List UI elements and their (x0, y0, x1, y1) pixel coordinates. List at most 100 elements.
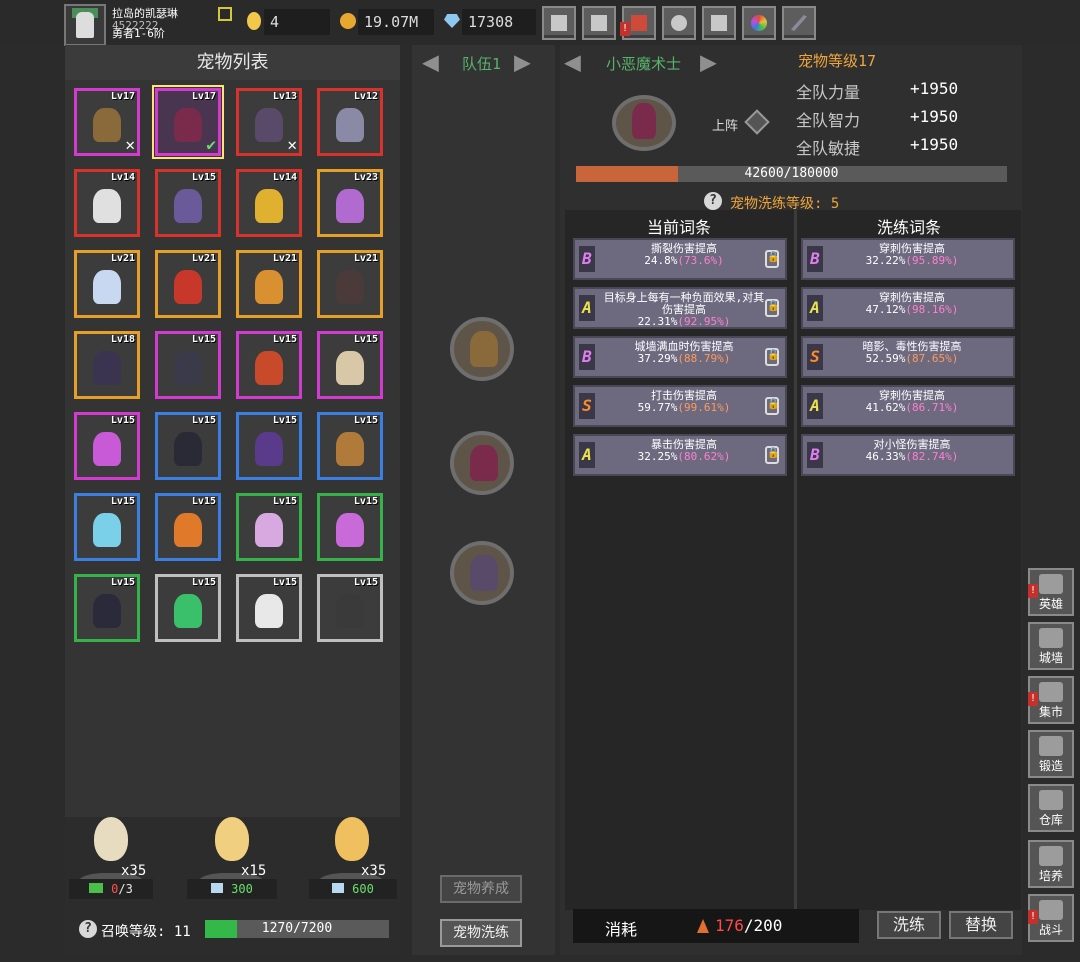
affix-range: (82.74%) (905, 450, 959, 463)
egg-cost[interactable]: 600 (309, 879, 397, 899)
affix-row[interactable]: A 暴击伤害提高 32.25%(80.62%) 🔓 (573, 434, 787, 476)
egg-cost[interactable]: 0/3 (69, 879, 153, 899)
help-icon[interactable]: ? (704, 192, 722, 210)
next-team-arrow[interactable]: ▶ (514, 47, 531, 77)
pet-slot[interactable]: Lv21 (317, 250, 383, 318)
team-name: 队伍1 (462, 55, 502, 73)
pet-slot[interactable]: Lv15 (155, 574, 221, 642)
pet-slot[interactable]: Lv15 (317, 574, 383, 642)
nav-chest-button[interactable]: 仓库 (1028, 784, 1074, 832)
pet-art (93, 513, 121, 547)
prev-pet-arrow[interactable]: ◀ (564, 47, 581, 77)
pet-training-button[interactable]: 宠物养成 (440, 875, 522, 903)
pet-slot[interactable]: Lv15 (317, 493, 383, 561)
deploy-toggle[interactable] (744, 109, 770, 135)
cost-label: 消耗 (605, 920, 638, 939)
pet-level-badge: Lv21 (272, 253, 297, 264)
pet-slot[interactable]: Lv15 (74, 412, 140, 480)
affix-range: (99.61%) (677, 401, 731, 414)
lock-icon[interactable]: 🔓 (765, 348, 779, 366)
egg-common[interactable] (94, 817, 128, 861)
pet-slot[interactable]: Lv15 (236, 574, 302, 642)
pet-slot[interactable]: Lv17 ✔ (152, 85, 224, 159)
affix-row[interactable]: A 穿刺伤害提高 47.12%(98.16%) (801, 287, 1015, 329)
nav-anvil-button[interactable]: 锻造 (1028, 730, 1074, 778)
pet-slot[interactable]: Lv15 (236, 412, 302, 480)
pet-level-badge: Lv21 (353, 253, 378, 264)
nav-helmet-button[interactable]: ! 英雄 (1028, 568, 1074, 616)
nav-fountain-button[interactable]: 培养 (1028, 840, 1074, 888)
egg-cost[interactable]: 300 (187, 879, 277, 899)
nav-wall-button[interactable]: 城墙 (1028, 622, 1074, 670)
affix-row[interactable]: B 对小怪伤害提高 46.33%(82.74%) (801, 434, 1015, 476)
player-avatar[interactable] (64, 4, 106, 46)
pet-slot[interactable]: Lv21 (236, 250, 302, 318)
egg-icon (247, 12, 261, 30)
pet-slot[interactable]: Lv15 (155, 493, 221, 561)
pet-slot[interactable]: Lv23 (317, 169, 383, 237)
egg-summon-bar: x35 0/3 x15 300 x35 600 ? 召唤等级: 11 1270/… (65, 817, 400, 955)
edit-icon[interactable] (218, 7, 232, 21)
affix-grade: B (579, 246, 595, 272)
pet-slot[interactable]: Lv18 (74, 331, 140, 399)
pet-refine-button[interactable]: 宠物洗练 (440, 919, 522, 947)
team-pet-slot[interactable] (450, 317, 514, 381)
shop-button[interactable] (542, 6, 576, 40)
diamond-icon (332, 883, 345, 893)
lock-icon[interactable]: 🔓 (765, 446, 779, 464)
affix-row[interactable]: S 打击伤害提高 59.77%(99.61%) 🔓 (573, 385, 787, 427)
pet-slot[interactable]: Lv14 (236, 169, 302, 237)
nav-portal-button[interactable]: ! 战斗 (1028, 894, 1074, 942)
pet-slot[interactable]: Lv21 (74, 250, 140, 318)
pet-art (255, 432, 283, 466)
affix-row[interactable]: B 撕裂伤害提高 24.8%(73.6%) 🔓 (573, 238, 787, 280)
lock-icon[interactable]: 🔓 (765, 250, 779, 268)
egg-rare[interactable] (215, 817, 249, 861)
pet-slot[interactable]: Lv15 (155, 169, 221, 237)
pet-slot[interactable]: Lv13 ✕ (236, 88, 302, 156)
pet-portrait (612, 95, 676, 151)
quest-button[interactable] (782, 6, 816, 40)
pet-slot[interactable]: Lv15 (236, 493, 302, 561)
gear-icon (671, 15, 687, 31)
wheel-button[interactable] (742, 6, 776, 40)
team-pet-slot[interactable] (450, 431, 514, 495)
affix-row[interactable]: B 城墙满血时伤害提高 37.29%(88.79%) 🔓 (573, 336, 787, 378)
pet-detail-panel: ◀ 小恶魔术士 ▶ 宠物等级17 上阵 全队力量 +1950 全队智力 +195… (560, 45, 1022, 955)
lock-icon[interactable]: 🔓 (765, 299, 779, 317)
pet-slot[interactable]: Lv15 (74, 574, 140, 642)
gift-button[interactable] (702, 6, 736, 40)
prev-team-arrow[interactable]: ◀ (422, 47, 439, 77)
pet-level-badge: Lv15 (191, 496, 216, 507)
affix-row[interactable]: A 穿刺伤害提高 41.62%(86.71%) (801, 385, 1015, 427)
portal-icon (1039, 900, 1063, 920)
affix-grade: B (579, 344, 595, 370)
pet-slot[interactable]: Lv15 (317, 412, 383, 480)
lock-icon[interactable]: 🔓 (765, 397, 779, 415)
next-pet-arrow[interactable]: ▶ (700, 47, 717, 77)
pet-slot[interactable]: Lv21 (155, 250, 221, 318)
affix-row[interactable]: B 穿刺伤害提高 32.22%(95.89%) (801, 238, 1015, 280)
team-pet-slot[interactable] (450, 541, 514, 605)
affix-row[interactable]: A 目标身上每有一种负面效果,对其伤害提高 22.31%(92.95%) 🔓 (573, 287, 787, 329)
settings-button[interactable] (662, 6, 696, 40)
pet-slot[interactable]: Lv12 (317, 88, 383, 156)
events-button[interactable]: ! (620, 6, 656, 40)
pet-slot[interactable]: Lv15 (155, 412, 221, 480)
egg-epic[interactable] (335, 817, 369, 861)
refine-button[interactable]: 洗练 (877, 911, 941, 939)
pet-slot[interactable]: Lv15 (236, 331, 302, 399)
pet-slot[interactable]: Lv17 ✕ (74, 88, 140, 156)
pet-level-badge: Lv21 (110, 253, 135, 264)
pet-slot[interactable]: Lv15 (317, 331, 383, 399)
nav-market-button[interactable]: ! 集市 (1028, 676, 1074, 724)
pet-slot[interactable]: Lv14 (74, 169, 140, 237)
mail-button[interactable] (582, 6, 616, 40)
replace-button[interactable]: 替换 (949, 911, 1013, 939)
stat-label: 全队智力 (796, 111, 861, 130)
affix-row[interactable]: S 暗影、毒性伤害提高 52.59%(87.65%) (801, 336, 1015, 378)
cost-current: 176 (715, 916, 744, 935)
help-icon[interactable]: ? (79, 920, 97, 938)
pet-slot[interactable]: Lv15 (74, 493, 140, 561)
pet-slot[interactable]: Lv15 (155, 331, 221, 399)
